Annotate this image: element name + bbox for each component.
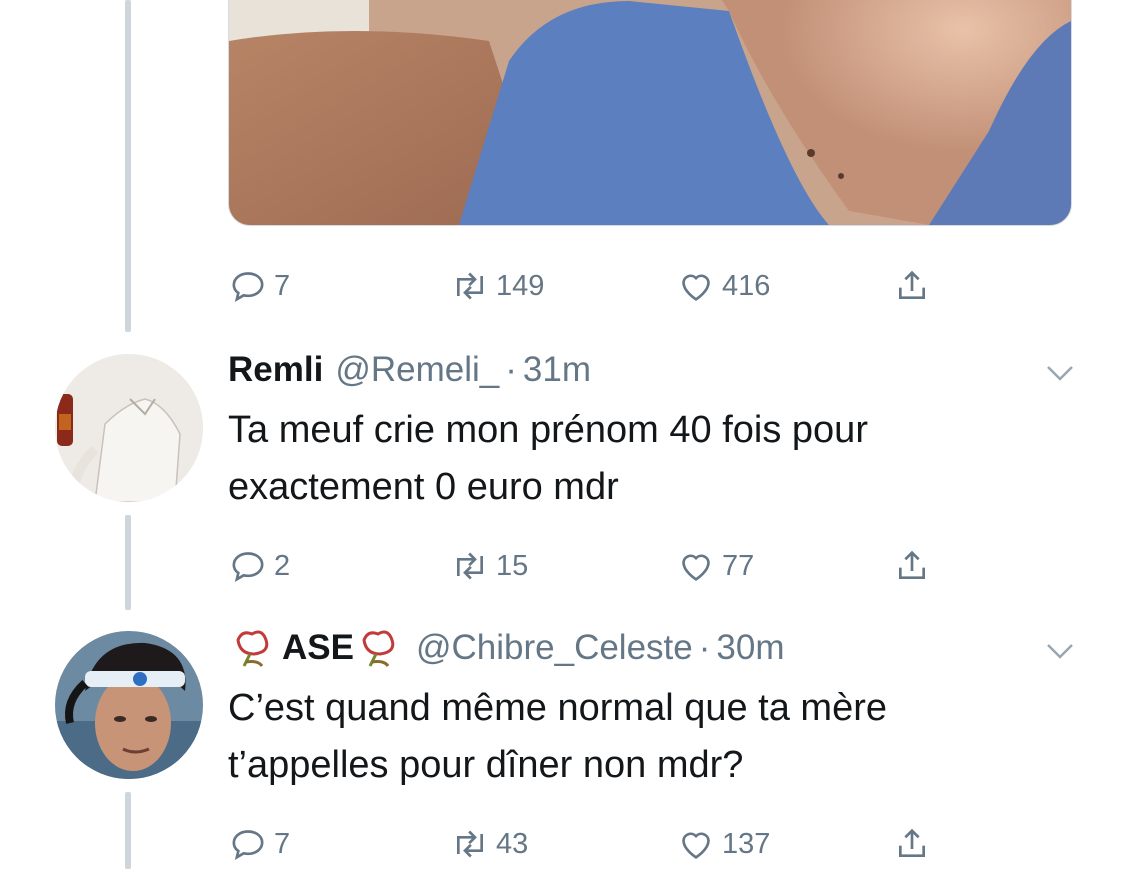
avatar-image [55,631,203,779]
tweet-text-line: exactement 0 euro mdr [228,466,619,508]
rose-icon [362,630,395,667]
timestamp[interactable]: 30m [716,628,784,668]
avatar[interactable] [55,631,203,779]
share-icon [899,828,925,857]
display-name[interactable]: ASE [282,628,354,668]
rose-icon [236,630,269,667]
retweet-icon [457,552,483,580]
thread-line [125,792,131,869]
retweet-icon [457,830,483,858]
chevron-down-icon[interactable] [1042,358,1078,388]
retweet-button[interactable]: 15 [450,544,528,588]
reply-icon [232,552,264,583]
share-icon [899,550,925,579]
retweet-button[interactable]: 149 [450,264,544,308]
tweet-text: Ta meuf crie mon prénom 40 fois pour exa… [228,402,1048,516]
retweet-count: 43 [496,827,529,860]
tweet-text-line: Ta meuf crie mon prénom 40 fois pour [228,409,868,451]
tweet-header: ASE @Chibre_Celeste · 30m [228,626,785,670]
reply-count: 7 [274,269,291,302]
like-count: 137 [722,827,771,860]
tweet-text: C’est quand même normal que ta mère t’ap… [228,680,1048,794]
tweet-actions: 7 43 137 [228,822,948,866]
username[interactable]: @Remeli_ [335,350,499,390]
retweet-count: 15 [496,549,529,582]
reply-icon [232,272,264,303]
reply-count: 7 [274,827,291,860]
separator-dot: · [698,628,711,667]
tweet-text-line: t’appelles pour dîner non mdr? [228,744,744,786]
avatar[interactable] [55,354,203,502]
retweet-count: 149 [496,269,545,302]
tweet-actions: 2 15 77 [228,544,948,588]
tweet-text-line: C’est quand même normal que ta mère [228,687,887,729]
like-button[interactable]: 416 [676,264,770,308]
chevron-down-icon[interactable] [1042,636,1078,666]
share-button[interactable] [892,544,932,588]
like-button[interactable]: 77 [676,544,754,588]
reply-button[interactable]: 7 [228,264,290,308]
tweet-media-image[interactable] [228,0,1072,226]
avatar-image [55,354,203,502]
separator-dot: · [505,350,517,389]
retweet-button[interactable]: 43 [450,822,528,866]
reply-button[interactable]: 2 [228,544,290,588]
tweet-header: Remli @Remeli_ · 31m [228,350,591,390]
share-icon [899,270,925,299]
heart-icon [682,554,710,581]
reply-count: 2 [274,549,291,582]
display-name[interactable]: Remli [228,350,323,390]
heart-icon [682,832,710,859]
username[interactable]: @Chibre_Celeste [416,628,693,668]
media-photo [229,0,1071,225]
reply-icon [232,830,264,861]
heart-icon [682,274,710,301]
retweet-icon [457,272,483,300]
thread-line [125,515,131,610]
timestamp[interactable]: 31m [523,350,591,390]
like-count: 416 [722,269,771,302]
share-button[interactable] [892,822,932,866]
tweet-actions: 7 149 416 [228,264,948,308]
like-button[interactable]: 137 [676,822,770,866]
share-button[interactable] [892,264,932,308]
thread-line [125,0,131,332]
reply-button[interactable]: 7 [228,822,290,866]
like-count: 77 [722,549,755,582]
